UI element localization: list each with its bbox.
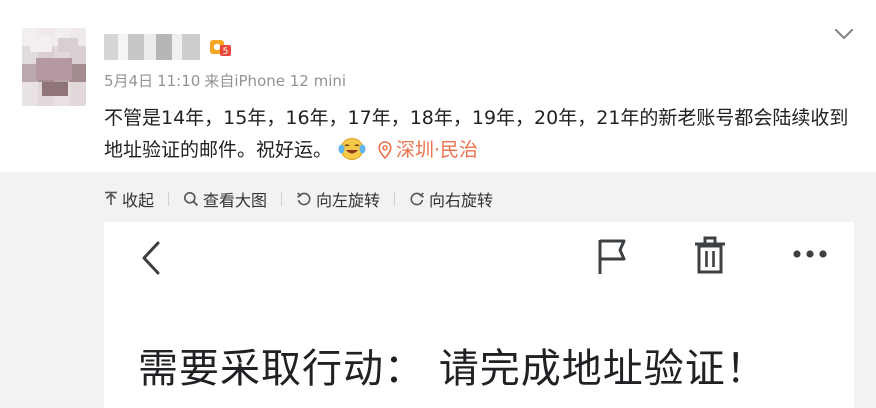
rotate-left-label: 向左旋转 [316,191,381,210]
source-prefix: 来自 [204,72,235,90]
rotate-right-icon [410,192,425,206]
user-level-badge-icon: 5 [210,40,231,57]
chevron-down-icon[interactable] [832,22,856,46]
post-meta: 5月4日 11:10 来自iPhone 12 mini [104,70,350,91]
media-viewer: 收起 查看大图 向左旋转 向右旋转 需要采取行动： 请完成地址验证！ [0,172,876,408]
collapse-button[interactable]: 收起 [104,187,154,211]
arrow-up-icon [105,191,117,205]
media-toolbar: 收起 查看大图 向左旋转 向右旋转 [104,186,493,212]
username-blurred[interactable] [104,34,200,60]
post-image[interactable]: 需要采取行动： 请完成地址验证！ [104,222,854,408]
location-link[interactable]: 深圳·民治 [378,139,478,161]
weibo-post: 5 5月4日 11:10 来自iPhone 12 mini 不管是14年，15年，1… [0,0,876,408]
post-content: 不管是14年，15年，16年，17年，18年，19年，20年，21年的新老账号都… [104,102,849,166]
rotate-right-label: 向右旋转 [429,191,494,210]
view-large-label: 查看大图 [203,191,268,210]
svg-text:5: 5 [223,47,229,57]
rotate-right-button[interactable]: 向右旋转 [409,187,493,211]
email-subject-heading: 需要采取行动： 请完成地址验证！ [138,346,767,392]
laugh-cry-emoji-icon [338,138,366,160]
location-pin-icon [378,141,392,160]
avatar[interactable] [22,28,86,106]
post-time[interactable]: 11:10 [157,72,200,90]
magnifier-icon [184,192,199,207]
flag-icon [598,239,626,274]
post-date[interactable]: 5月4日 [104,72,153,90]
toolbar-divider [168,192,170,206]
view-large-button[interactable]: 查看大图 [183,187,267,211]
source-device[interactable]: iPhone 12 mini [234,72,346,90]
toolbar-divider [394,192,396,206]
rotate-left-button[interactable]: 向左旋转 [296,187,380,211]
trash-icon [695,236,725,274]
back-arrow-icon [142,241,160,275]
collapse-label: 收起 [122,191,155,210]
toolbar-divider [281,192,283,206]
location-text: 深圳·民治 [396,139,479,161]
more-dots-icon [793,250,827,258]
rotate-left-icon [297,192,311,206]
